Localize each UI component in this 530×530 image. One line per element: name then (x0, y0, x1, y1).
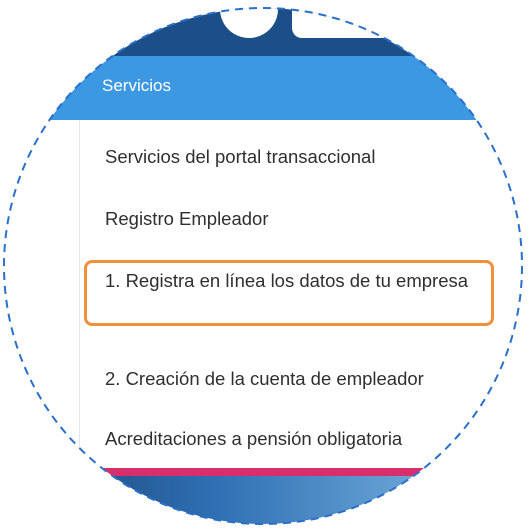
menu-item-pension-accreditations[interactable]: Acreditaciones a pensión obligatoria (105, 424, 402, 454)
highlight-frame (84, 260, 494, 326)
zoom-stage: Servicios Servicios del portal transacci… (0, 0, 530, 530)
services-header (4, 56, 522, 120)
magnifier-view: Servicios Servicios del portal transacci… (4, 8, 522, 524)
top-tab (292, 8, 522, 38)
page-screen: Servicios Servicios del portal transacci… (4, 8, 522, 524)
bottom-banner (4, 470, 522, 524)
menu-item-portal-services[interactable]: Servicios del portal transaccional (105, 142, 375, 172)
bottom-accent-stripe (4, 468, 522, 476)
services-header-title: Servicios (102, 76, 171, 95)
menu-item-create-employer-account[interactable]: 2. Creación de la cuenta de empleador (105, 364, 424, 394)
menu-divider (79, 120, 80, 470)
menu-item-employer-registration[interactable]: Registro Empleador (105, 204, 269, 234)
